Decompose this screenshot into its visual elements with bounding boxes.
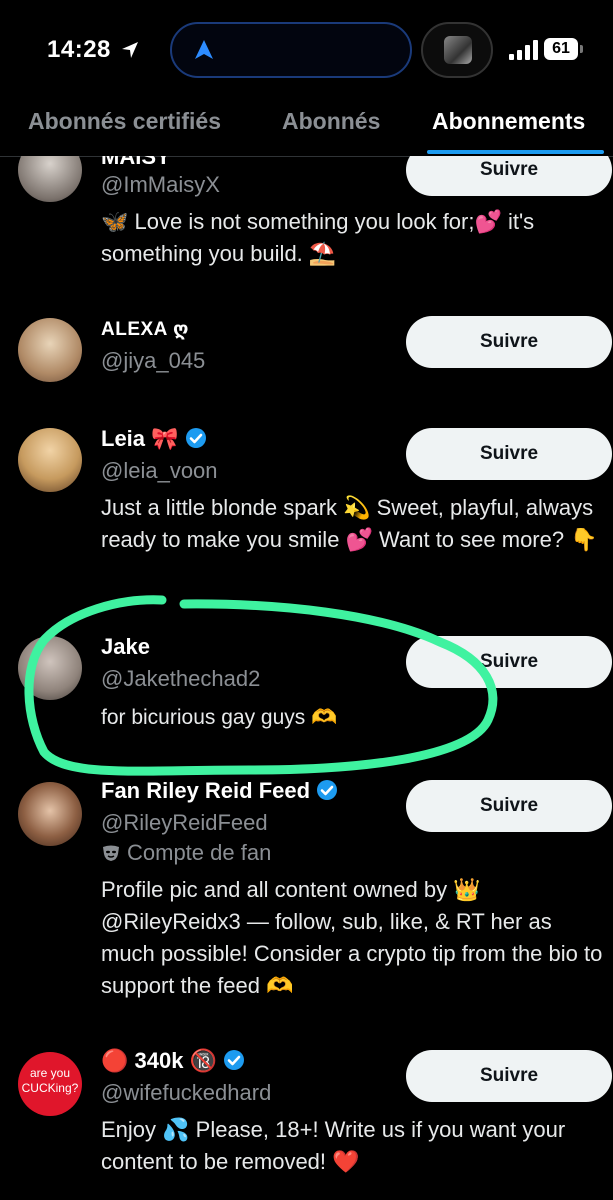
- verified-badge-icon: [185, 428, 206, 448]
- active-tab-indicator: [427, 150, 604, 154]
- tab-verified-followers[interactable]: Abonnés certifiés: [28, 108, 221, 135]
- avatar[interactable]: [18, 782, 82, 846]
- account-name: Fan Riley Reid Feed: [101, 778, 338, 804]
- tab-following[interactable]: Abonnements: [432, 108, 585, 135]
- account-bio: 🦋 Love is not something you look for;💕 i…: [101, 209, 535, 266]
- account-bio: for bicurious gay guys 🫶: [101, 706, 338, 729]
- location-arrow-icon: [122, 42, 138, 58]
- account-handle: @ImMaisyX: [101, 172, 220, 197]
- account-name: Leia 🎀: [101, 426, 207, 452]
- avatar[interactable]: [18, 318, 82, 382]
- avatar[interactable]: [18, 156, 82, 202]
- dynamic-island[interactable]: [170, 22, 412, 78]
- avatar[interactable]: [18, 636, 82, 700]
- follow-button[interactable]: Suivre: [406, 780, 612, 832]
- account-handle: @Jakethechad2: [101, 666, 261, 691]
- follow-button[interactable]: Suivre: [406, 316, 612, 368]
- status-bar: 14:28 61: [0, 0, 613, 98]
- avatar-text: are you CUCKing?: [21, 1066, 79, 1095]
- cellular-signal-icon: [509, 40, 538, 60]
- mask-icon: [103, 845, 119, 861]
- account-bio: Profile pic and all content owned by 👑 @…: [101, 877, 603, 998]
- verified-badge-icon: [317, 780, 338, 800]
- account-name: MAISY: [101, 156, 171, 169]
- fan-account-label: Compte de fan: [101, 840, 271, 866]
- account-handle: @RileyReidFeed: [101, 810, 268, 835]
- follow-button[interactable]: Suivre: [406, 636, 612, 688]
- avatar[interactable]: are you CUCKing?: [18, 1052, 82, 1116]
- follow-button[interactable]: Suivre: [406, 428, 612, 480]
- avatar[interactable]: [18, 428, 82, 492]
- account-name: Jake: [101, 634, 150, 659]
- live-activity[interactable]: [421, 22, 493, 78]
- battery-icon: 61: [544, 38, 584, 62]
- battery-level: 61: [544, 38, 578, 60]
- account-handle: @jiya_045: [101, 348, 206, 373]
- account-bio: Enjoy 💦 Please, 18+! Write us if you wan…: [101, 1117, 566, 1174]
- following-list[interactable]: MAISY @ImMaisyX 🦋 Love is not something …: [0, 156, 613, 1200]
- verified-badge-icon: [223, 1050, 244, 1070]
- tab-bar: Abonnés certifiés Abonnés Abonnements: [0, 98, 613, 157]
- account-handle: @wifefuckedhard: [101, 1080, 272, 1105]
- live-activity-thumbnail: [444, 36, 472, 64]
- account-name: 🔴 340k 🔞: [101, 1048, 245, 1074]
- follow-button[interactable]: Suivre: [406, 1050, 612, 1102]
- tab-followers[interactable]: Abonnés: [282, 108, 380, 135]
- account-handle: @leia_voon: [101, 458, 218, 483]
- clock: 14:28: [47, 36, 111, 63]
- account-name: ALEXA ღ: [101, 319, 189, 340]
- follow-button[interactable]: Suivre: [406, 156, 612, 196]
- account-bio: Just a little blonde spark 💫 Sweet, play…: [101, 495, 598, 552]
- navigation-arrow-icon: [195, 40, 213, 59]
